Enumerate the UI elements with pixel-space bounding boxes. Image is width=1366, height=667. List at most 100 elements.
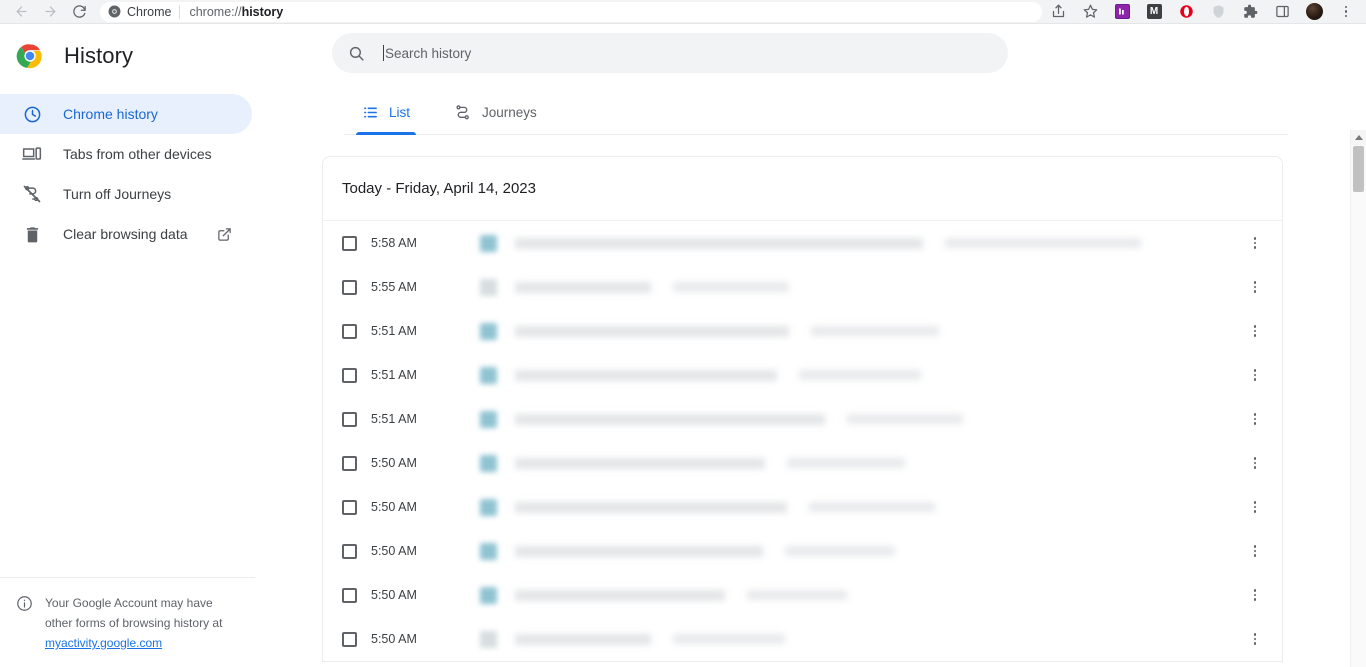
row-more-vertical-icon[interactable]: [1242, 538, 1268, 564]
tab-label: Journeys: [482, 105, 537, 120]
info-icon: [16, 595, 33, 653]
row-title-redacted: [515, 501, 787, 513]
page-scrollbar[interactable]: [1350, 130, 1366, 667]
search-input[interactable]: [385, 34, 992, 72]
devices-icon: [22, 144, 42, 164]
opera-extension-icon[interactable]: [1170, 1, 1202, 23]
row-favicon: [480, 410, 497, 428]
back-arrow-icon[interactable]: [8, 1, 34, 23]
history-page: History Chrome history Tabs from other d…: [0, 24, 1366, 667]
history-row[interactable]: 5:50 AM: [323, 617, 1282, 661]
share-icon[interactable]: [1042, 1, 1074, 23]
row-url-redacted: [847, 414, 963, 424]
sidebar-item-turn-off-journeys[interactable]: Turn off Journeys: [0, 174, 252, 214]
row-checkbox[interactable]: [342, 279, 357, 295]
external-link-icon: [217, 227, 232, 242]
side-panel-icon[interactable]: [1266, 1, 1298, 23]
history-row[interactable]: 5:50 AM: [323, 573, 1282, 617]
row-url-redacted: [809, 502, 935, 512]
row-checkbox[interactable]: [342, 411, 357, 427]
row-favicon: [480, 498, 497, 516]
history-row[interactable]: 5:51 AM: [323, 309, 1282, 353]
row-more-vertical-icon[interactable]: [1242, 494, 1268, 520]
history-row[interactable]: 5:55 AM: [323, 265, 1282, 309]
row-checkbox[interactable]: [342, 587, 357, 603]
row-checkbox[interactable]: [342, 323, 357, 339]
history-row[interactable]: 5:50 AM: [323, 529, 1282, 573]
row-checkbox[interactable]: [342, 455, 357, 471]
history-row[interactable]: 5:50 AM: [323, 441, 1282, 485]
sidebar-item-chrome-history[interactable]: Chrome history: [0, 94, 252, 134]
row-url-redacted: [785, 546, 895, 556]
forward-arrow-icon[interactable]: [37, 1, 63, 23]
row-checkbox[interactable]: [342, 367, 357, 383]
row-title-redacted: [515, 457, 765, 469]
row-more-vertical-icon[interactable]: [1242, 406, 1268, 432]
brand-header: History: [0, 24, 256, 88]
history-row[interactable]: 5:58 AM: [323, 221, 1282, 265]
row-favicon: [480, 366, 497, 384]
omnibox-chip-label: Chrome: [127, 4, 172, 19]
row-more-vertical-icon[interactable]: [1242, 626, 1268, 652]
sidebar-item-clear-browsing-data[interactable]: Clear browsing data: [0, 214, 252, 254]
address-bar[interactable]: Chrome chrome://history: [100, 1, 1042, 22]
myactivity-link[interactable]: myactivity.google.com: [45, 636, 162, 650]
row-more-vertical-icon[interactable]: [1242, 362, 1268, 388]
row-checkbox[interactable]: [342, 543, 357, 559]
chrome-menu-icon[interactable]: [1330, 1, 1362, 23]
sidebar-item-label: Chrome history: [63, 106, 158, 122]
row-more-vertical-icon[interactable]: [1242, 582, 1268, 608]
row-time: 5:50 AM: [371, 544, 417, 558]
row-url-redacted: [787, 458, 905, 468]
history-row[interactable]: 5:50 AM: [323, 485, 1282, 529]
row-favicon: [480, 234, 497, 252]
row-more-vertical-icon[interactable]: [1242, 274, 1268, 300]
row-title-redacted: [515, 325, 789, 337]
text-caret: [383, 45, 384, 61]
reload-icon[interactable]: [66, 1, 92, 23]
row-checkbox[interactable]: [342, 499, 357, 515]
row-checkbox[interactable]: [342, 631, 357, 647]
profile-avatar[interactable]: [1298, 1, 1330, 23]
tab-journeys[interactable]: Journeys: [440, 90, 551, 135]
row-title-redacted: [515, 633, 651, 645]
row-url-redacted: [673, 282, 789, 292]
history-row[interactable]: 5:51 AM: [323, 353, 1282, 397]
toolbar-icons: M: [1042, 1, 1366, 23]
row-url-redacted: [799, 370, 921, 380]
navigation-buttons: [0, 1, 92, 23]
extension-purple-icon[interactable]: [1106, 1, 1138, 23]
row-favicon: [480, 542, 497, 560]
row-url-redacted: [747, 590, 847, 600]
row-more-vertical-icon[interactable]: [1242, 450, 1268, 476]
sidebar-item-tabs-from-other-devices[interactable]: Tabs from other devices: [0, 134, 252, 174]
history-group-title: Today - Friday, April 14, 2023: [323, 157, 1282, 221]
row-time: 5:50 AM: [371, 588, 417, 602]
row-time: 5:50 AM: [371, 632, 417, 646]
scroll-up-arrow-icon[interactable]: [1351, 130, 1366, 145]
row-more-vertical-icon[interactable]: [1242, 230, 1268, 256]
extensions-puzzle-icon[interactable]: [1234, 1, 1266, 23]
shield-extension-icon[interactable]: [1202, 1, 1234, 23]
tab-label: List: [389, 105, 411, 120]
scrollbar-thumb[interactable]: [1353, 146, 1364, 192]
row-title-redacted: [515, 281, 651, 293]
chrome-logo-icon: [16, 42, 44, 70]
row-title-redacted: [515, 237, 923, 249]
search-wrapper: [256, 24, 1366, 73]
row-more-vertical-icon[interactable]: [1242, 318, 1268, 344]
footer-text-body: Your Google Account may have other forms…: [45, 596, 223, 630]
tab-list[interactable]: List: [348, 90, 424, 135]
search-box[interactable]: [332, 33, 1008, 73]
row-url-redacted: [673, 634, 785, 644]
row-favicon: [480, 278, 497, 296]
bookmark-star-icon[interactable]: [1074, 1, 1106, 23]
gmail-extension-icon[interactable]: M: [1138, 1, 1170, 23]
history-row[interactable]: 5:51 AM: [323, 397, 1282, 441]
row-time: 5:51 AM: [371, 368, 417, 382]
row-checkbox[interactable]: [342, 235, 357, 251]
history-card: Today - Friday, April 14, 2023 5:58 AM 5:…: [322, 156, 1283, 662]
row-time: 5:55 AM: [371, 280, 417, 294]
row-time: 5:51 AM: [371, 412, 417, 426]
row-time: 5:50 AM: [371, 500, 417, 514]
